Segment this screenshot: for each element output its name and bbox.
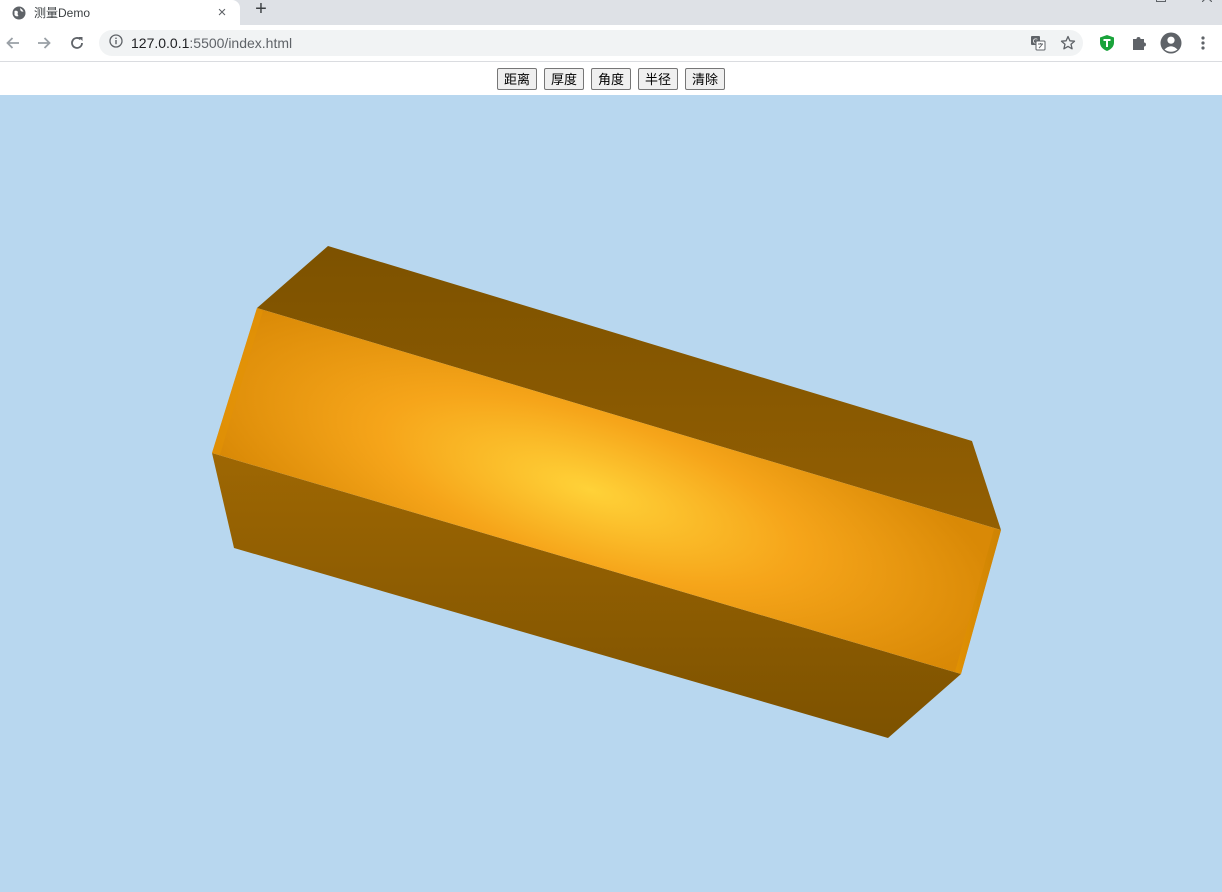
translate-icon[interactable]: G [1029,34,1047,52]
shield-icon[interactable] [1096,32,1118,54]
star-icon[interactable] [1059,34,1077,52]
account-icon[interactable] [1160,32,1182,54]
angle-button[interactable]: 角度 [590,67,631,90]
close-icon[interactable]: × [214,4,230,21]
browser-tab[interactable]: 测量Demo × [0,0,240,25]
new-tab-button[interactable]: + [250,0,272,19]
thickness-button[interactable]: 厚度 [543,67,584,90]
maximize-icon[interactable] [1156,0,1166,5]
kebab-menu-icon[interactable] [1192,32,1214,54]
browser-toolbar: 127.0.0.1:5500/index.html G [0,25,1222,62]
url-text: 127.0.0.1:5500/index.html [131,35,292,51]
tab-title: 测量Demo [34,6,91,20]
url-path: :5500/index.html [189,35,293,51]
globe-icon [12,6,26,20]
reload-button[interactable] [66,32,88,54]
url-host: 127.0.0.1 [131,35,190,51]
window-controls [1156,0,1213,5]
window-close-icon[interactable] [1201,0,1213,5]
back-button[interactable] [2,32,24,54]
measure-toolbar: 距离 厚度 角度 半径 清除 [0,62,1222,95]
scene-canvas[interactable] [0,95,1222,892]
puzzle-icon[interactable] [1128,32,1150,54]
info-icon[interactable] [109,33,123,53]
tab-strip: 测量Demo × + [0,0,1222,25]
clear-button[interactable]: 清除 [685,67,726,90]
3d-viewport[interactable] [0,95,1222,892]
forward-button[interactable] [33,32,55,54]
arrow-left-icon [6,37,19,49]
distance-button[interactable]: 距离 [496,67,537,90]
reload-icon [71,37,83,49]
address-bar[interactable]: 127.0.0.1:5500/index.html G [99,30,1083,56]
arrow-right-icon [38,37,51,49]
radius-button[interactable]: 半径 [638,67,679,90]
